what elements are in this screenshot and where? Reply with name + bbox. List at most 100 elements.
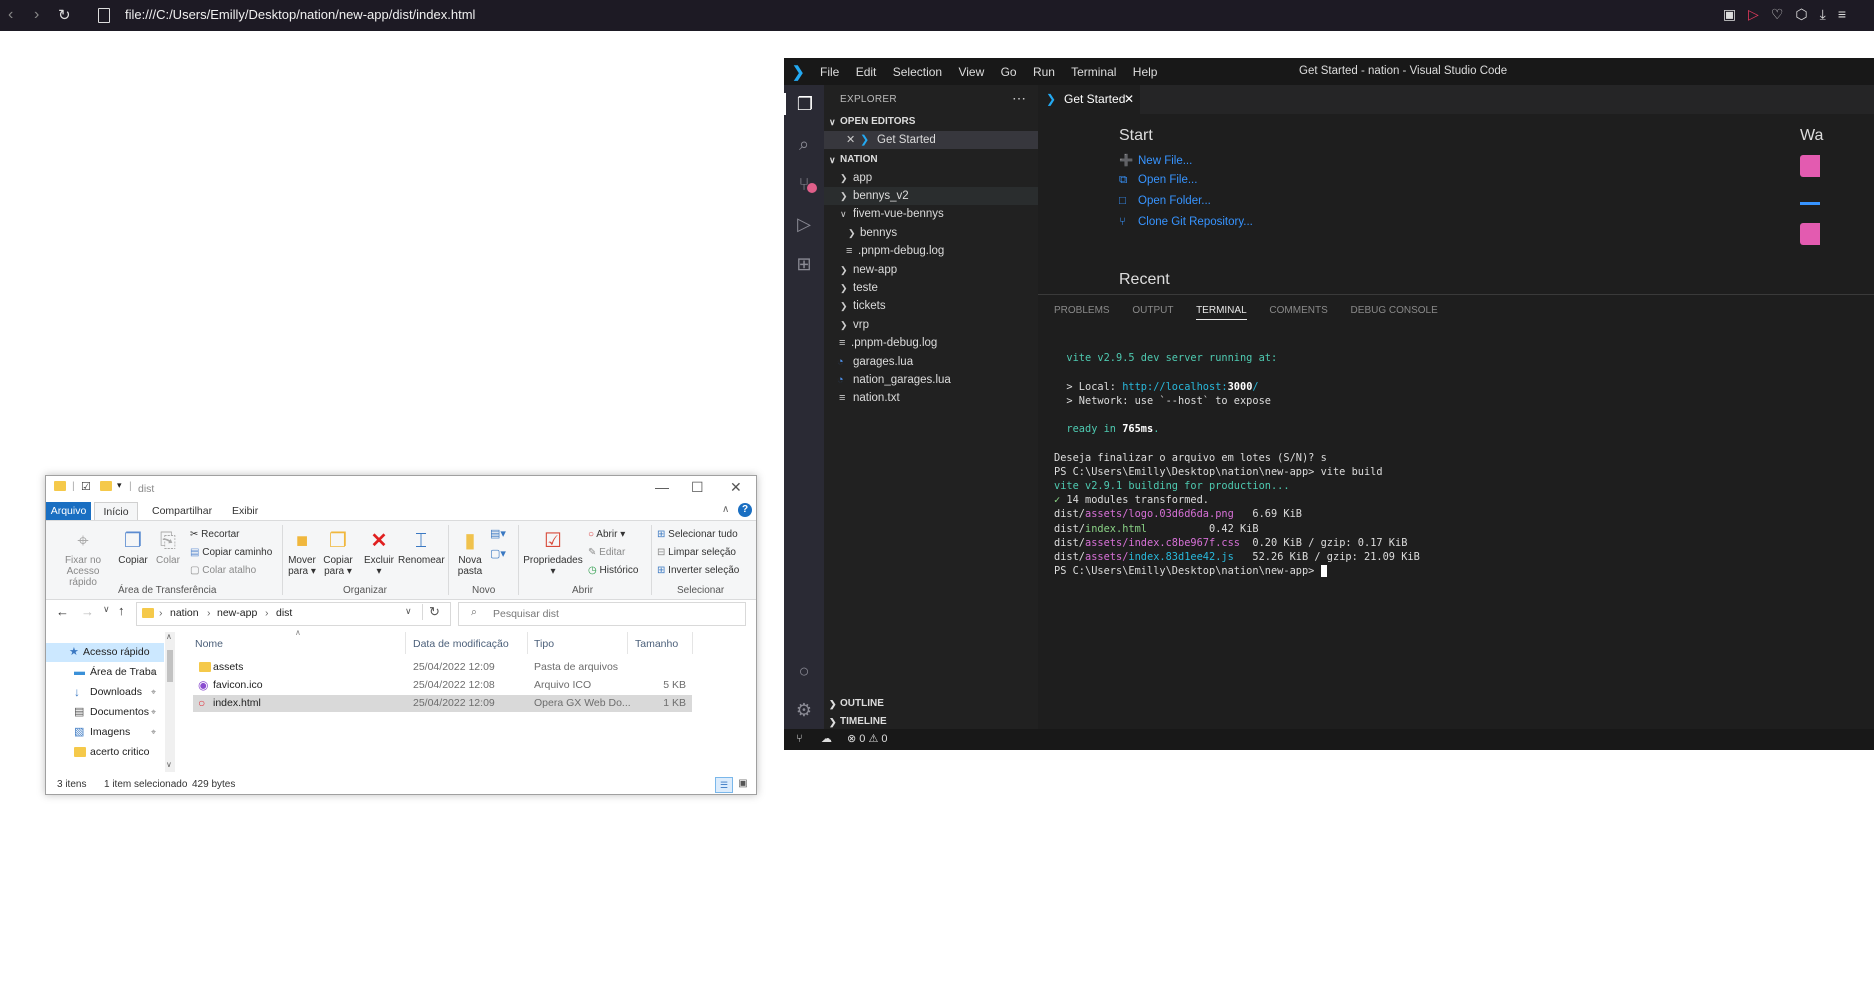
menu-terminal[interactable]: Terminal [1071,65,1116,79]
collapse-ribbon-icon[interactable]: ∧ [722,504,729,515]
tab-get-started[interactable]: ❯ Get Started ✕ [1038,85,1140,114]
tree-item[interactable]: ◔ nation_garages.lua [824,371,1038,389]
project-section[interactable]: ∨ NATION [824,151,1038,169]
search-icon[interactable]: ⌕ [793,133,815,155]
close-icon[interactable]: ✕ [846,131,855,149]
nav-desktop[interactable]: ▬ Área de Traba ⌖ [46,663,164,682]
walkthrough-card-icon[interactable] [1800,155,1820,177]
paste-button[interactable]: ⎘ Colar [152,529,184,566]
open-button[interactable]: ○ Abrir ▾ [588,529,625,540]
copy-path-button[interactable]: ▤ Copiar caminho [190,547,272,558]
menu-file[interactable]: File [820,65,839,79]
close-icon[interactable]: ✕ [730,479,742,496]
column-divider[interactable] [527,632,528,654]
copy-to-button[interactable]: ❐ Copiar para ▾ [320,529,356,577]
close-icon[interactable]: ✕ [1124,85,1134,114]
nav-downloads[interactable]: ↓ Downloads ⌖ [46,683,164,702]
settings-gear-icon[interactable]: ⚙ [793,699,815,721]
breadcrumb-new-app[interactable]: new-app [217,607,257,619]
clone-repo-link[interactable]: ⑂ Clone Git Repository... [1119,216,1253,228]
account-icon[interactable]: ○ [793,660,815,682]
minimize-icon[interactable]: — [655,479,669,495]
git-branch-icon[interactable]: ⑂ [796,729,803,750]
forward-arrow-icon[interactable]: → [81,604,94,619]
qat-dropdown-icon[interactable]: ▾ [117,480,122,491]
tree-item[interactable]: ❯ app [824,169,1038,187]
tree-item[interactable]: ≡ .pnpm-debug.log [824,242,1038,260]
tab-arquivo[interactable]: Arquivo [46,502,91,520]
walkthrough-card-icon[interactable] [1800,223,1820,245]
tab-comments[interactable]: COMMENTS [1269,305,1327,316]
refresh-icon[interactable]: ↻ [422,604,440,620]
search-input[interactable]: Pesquisar dist [493,608,559,620]
run-debug-icon[interactable]: ▷ [793,213,815,235]
open-editors-section[interactable]: ∨ OPEN EDITORS [824,113,1038,131]
properties-button[interactable]: ☑ Propriedades ▾ [522,529,584,577]
details-view-icon[interactable]: ☰ [715,777,733,793]
menu-help[interactable]: Help [1133,65,1158,79]
up-arrow-icon[interactable]: ↑ [118,603,125,618]
cube-icon[interactable]: ⬡ [1795,6,1819,22]
edit-button[interactable]: ✎ Editar [588,547,625,558]
source-control-icon[interactable]: ⑂ [793,173,817,195]
tree-item[interactable]: ◔ garages.lua [824,353,1038,371]
new-folder-button[interactable]: ▮ Nova pasta [452,529,488,577]
tree-item[interactable]: ≡ nation.txt [824,389,1038,407]
tab-debug-console[interactable]: DEBUG CONSOLE [1351,305,1438,316]
file-row[interactable]: ◉ favicon.ico 25/04/2022 12:08 Arquivo I… [193,677,692,694]
nav-quick-access[interactable]: ★ Acesso rápido [46,643,164,662]
tree-item[interactable]: ❯ bennys [824,224,1038,242]
back-arrow-icon[interactable]: ← [56,604,69,619]
column-date[interactable]: Data de modificação [413,638,509,650]
recent-locations-icon[interactable]: ∨ [103,604,110,615]
reload-icon[interactable]: ↻ [58,6,71,24]
download-icon[interactable]: ⤓ [1820,6,1838,22]
outline-section[interactable]: ❯ OUTLINE [824,695,1038,713]
column-divider[interactable] [692,632,693,654]
pin-quick-access-button[interactable]: ⌖ Fixar no Acesso rápido [52,529,114,588]
problems-status[interactable]: ⊗ 0 ⚠ 0 [847,729,888,750]
column-type[interactable]: Tipo [534,638,554,650]
column-size[interactable]: Tamanho [635,638,678,650]
file-row[interactable]: assets 25/04/2022 12:09 Pasta de arquivo… [193,659,692,676]
breadcrumb[interactable]: › nation › new-app › dist ∨ ↻ [136,602,451,626]
tree-item[interactable]: ❯ bennys_v2 [824,187,1038,205]
breadcrumb-dist[interactable]: dist [276,607,292,619]
invert-selection-button[interactable]: ⊞ Inverter seleção [657,565,739,576]
tab-exibir[interactable]: Exibir [232,505,258,517]
forward-icon[interactable]: › [34,6,39,24]
tree-item[interactable]: ≡ .pnpm-debug.log [824,334,1038,352]
heart-icon[interactable]: ♡ [1771,6,1796,22]
column-divider[interactable] [405,632,406,654]
tab-inicio[interactable]: Início [94,502,138,521]
nav-documents[interactable]: ▤ Documentos ⌖ [46,703,164,722]
remote-icon[interactable]: ☁ [821,729,832,750]
large-icons-view-icon[interactable]: ▣ [735,777,751,791]
more-actions-icon[interactable]: ⋯ [1012,90,1026,107]
menu-go[interactable]: Go [1001,65,1017,79]
send-icon[interactable]: ▷ [1748,6,1771,22]
tree-item[interactable]: ❯ tickets [824,297,1038,315]
back-icon[interactable]: ‹ [8,6,13,24]
address-bar[interactable]: file:///C:/Users/Emilly/Desktop/nation/n… [125,7,475,22]
scroll-thumb[interactable] [167,650,173,682]
terminal-output[interactable]: vite v2.9.5 dev server running at: > Loc… [1054,337,1420,578]
new-file-link[interactable]: ➕ New File... [1119,153,1192,167]
tree-item[interactable]: ❯ vrp [824,316,1038,334]
column-name[interactable]: Nome [195,638,223,650]
new-item-icon[interactable]: ▤▾ [490,527,506,540]
menu-run[interactable]: Run [1033,65,1055,79]
rename-button[interactable]: ⌶ Renomear [398,529,445,566]
tab-terminal[interactable]: TERMINAL [1196,305,1247,320]
clear-selection-button[interactable]: ⊟ Limpar seleção [657,547,736,558]
tab-output[interactable]: OUTPUT [1132,305,1173,316]
scroll-down-icon[interactable]: ∨ [166,760,172,769]
menu-selection[interactable]: Selection [893,65,942,79]
tab-problems[interactable]: PROBLEMS [1054,305,1110,316]
local-url[interactable]: http://localhost: [1122,381,1227,393]
properties-quick-icon[interactable]: ☑ [81,480,91,493]
select-all-button[interactable]: ⊞ Selecionar tudo [657,529,738,540]
maximize-icon[interactable]: ☐ [691,479,704,496]
extensions-icon[interactable]: ⊞ [793,253,815,275]
history-button[interactable]: ◷ Histórico [588,565,638,576]
